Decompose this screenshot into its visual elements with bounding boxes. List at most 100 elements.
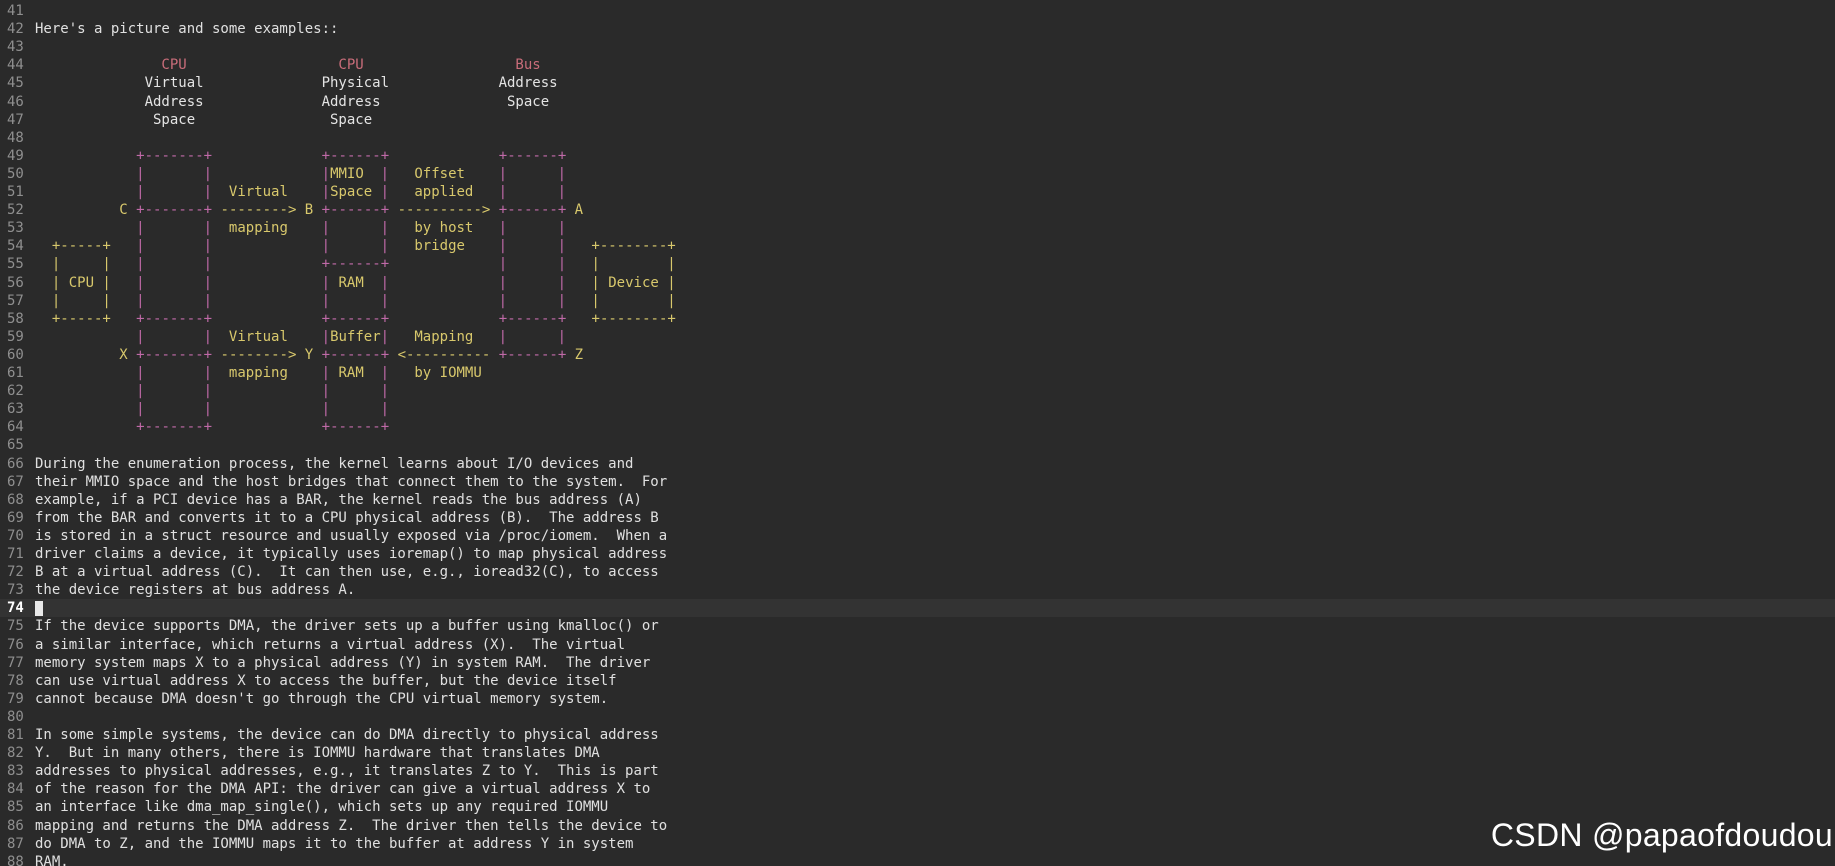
code-line-text: In some simple systems, the device can d… <box>35 727 659 743</box>
line-number: 69 <box>7 509 24 526</box>
editor-line[interactable]: 85 an interface like dma_map_single(), wh… <box>0 798 1835 816</box>
line-number: 62 <box>7 383 24 400</box>
text-cursor <box>35 601 43 617</box>
line-number: 45 <box>7 75 24 92</box>
editor-line[interactable]: 77 memory system maps X to a physical add… <box>0 654 1835 672</box>
line-number: 82 <box>7 745 24 762</box>
editor-line[interactable]: 48 <box>0 129 1835 147</box>
code-line-text: is stored in a struct resource and usual… <box>35 527 668 544</box>
ascii-diagram-line: CPU CPU Bus <box>35 57 541 74</box>
line-number: 85 <box>7 799 24 816</box>
editor-line[interactable]: 81 In some simple systems, the device can… <box>0 726 1835 744</box>
editor-line[interactable]: 73 the device registers at bus address A. <box>0 581 1835 599</box>
line-number: 61 <box>7 365 24 381</box>
editor-line[interactable]: 83 addresses to physical addresses, e.g.,… <box>0 762 1835 780</box>
code-line-text: mapping and returns the DMA address Z. T… <box>35 817 668 834</box>
editor-line[interactable]: 69 from the BAR and converts it to a CPU … <box>0 509 1835 527</box>
editor-line[interactable]: 43 <box>0 38 1835 56</box>
code-line-text: an interface like dma_map_single(), whic… <box>35 799 609 816</box>
editor-line[interactable]: 61 | | mapping | RAM | by IOMMU <box>0 364 1835 382</box>
editor-line[interactable]: 74 <box>0 599 1835 618</box>
line-number: 88 <box>7 853 24 866</box>
line-number: 76 <box>7 636 24 653</box>
editor-line[interactable]: 78 can use virtual address X to access th… <box>0 672 1835 690</box>
line-number: 53 <box>7 220 24 237</box>
editor-line[interactable]: 50 | | |MMIO | Offset | | <box>0 165 1835 183</box>
editor-line[interactable]: 72 B at a virtual address (C). It can the… <box>0 563 1835 581</box>
line-number: 75 <box>7 618 24 635</box>
ascii-diagram-line: | | | | | | | | | | <box>35 292 676 309</box>
editor-line[interactable]: 65 <box>0 436 1835 454</box>
editor-line[interactable]: 60 X +-------+ --------> Y +------+ <---… <box>0 346 1835 364</box>
ascii-diagram-line: | | | | <box>136 383 390 400</box>
editor-line[interactable]: 45 Virtual Physical Address <box>0 74 1835 92</box>
line-number: 77 <box>7 654 24 671</box>
editor-line[interactable]: 75 If the device supports DMA, the driver… <box>0 617 1835 635</box>
line-number: 51 <box>7 184 24 200</box>
text-editor[interactable]: 41 42 Here's a picture and some examples::… <box>0 0 1835 866</box>
ascii-diagram-line: | | Virtual |Space | applied | | <box>136 184 567 200</box>
editor-line[interactable]: 44 CPU CPU Bus <box>0 56 1835 74</box>
ascii-diagram-line: Address Address Space <box>35 93 550 110</box>
editor-line[interactable]: 56 | CPU | | | | RAM | | | | Device | <box>0 274 1835 292</box>
editor-line[interactable]: 41 <box>0 2 1835 20</box>
line-number: 48 <box>7 129 24 146</box>
ascii-diagram-line: | | mapping | | by host | | <box>136 220 567 237</box>
editor-line[interactable]: 57 | | | | | | | | | | <box>0 292 1835 310</box>
editor-line[interactable]: 49 +-------+ +------+ +------+ <box>0 147 1835 165</box>
editor-line[interactable]: 59 | | Virtual |Buffer| Mapping | | <box>0 328 1835 346</box>
editor-line[interactable]: 64 +-------+ +------+ <box>0 418 1835 436</box>
editor-line[interactable]: 63 | | | | <box>0 400 1835 418</box>
editor-line[interactable]: 42 Here's a picture and some examples:: <box>0 20 1835 38</box>
editor-line[interactable]: 84 of the reason for the DMA API: the dri… <box>0 780 1835 798</box>
line-number: 57 <box>7 292 24 309</box>
line-number: 56 <box>7 274 24 291</box>
code-line-text: Y. But in many others, there is IOMMU ha… <box>35 745 600 762</box>
code-line-text: cannot because DMA doesn't go through th… <box>35 690 609 707</box>
editor-line[interactable]: 52 C +-------+ --------> B +------+ ----… <box>0 201 1835 219</box>
code-line-text: can use virtual address X to access the … <box>35 672 617 689</box>
editor-line[interactable]: 66 During the enumeration process, the ke… <box>0 455 1835 473</box>
editor-line[interactable]: 55 | | | | +------+ | | | | <box>0 255 1835 273</box>
line-number: 64 <box>7 419 24 436</box>
editor-line[interactable]: 82 Y. But in many others, there is IOMMU … <box>0 744 1835 762</box>
line-number: 49 <box>7 147 24 164</box>
code-line-text: of the reason for the DMA API: the drive… <box>35 781 651 798</box>
ascii-diagram-line: | CPU | | | | RAM | | | | Device | <box>35 274 676 291</box>
line-number: 63 <box>7 401 24 418</box>
line-number: 87 <box>7 835 24 852</box>
editor-line[interactable]: 47 Space Space <box>0 111 1835 129</box>
editor-line[interactable]: 70 is stored in a struct resource and usu… <box>0 527 1835 545</box>
editor-line[interactable]: 88 RAM. <box>0 853 1835 866</box>
line-number: 81 <box>7 727 24 743</box>
editor-line[interactable]: 62 | | | | <box>0 382 1835 400</box>
ascii-diagram-line: C +-------+ --------> B +------+ -------… <box>35 202 584 219</box>
editor-line[interactable]: 54 +-----+ | | | | bridge | | +--------+ <box>0 237 1835 255</box>
line-number: 58 <box>7 310 24 327</box>
editor-line[interactable]: 79 cannot because DMA doesn't go through … <box>0 690 1835 708</box>
ascii-diagram-line: X +-------+ --------> Y +------+ <------… <box>35 346 584 363</box>
editor-line[interactable]: 68 example, if a PCI device has a BAR, th… <box>0 491 1835 509</box>
editor-line[interactable]: 67 their MMIO space and the host bridges … <box>0 473 1835 491</box>
line-number: 66 <box>7 455 24 472</box>
editor-line[interactable]: 76 a similar interface, which returns a v… <box>0 636 1835 654</box>
code-line-text: from the BAR and converts it to a CPU ph… <box>35 509 659 526</box>
line-number: 79 <box>7 690 24 707</box>
ascii-diagram-line: Virtual Physical Address <box>35 75 558 92</box>
line-number: 43 <box>7 39 24 56</box>
csdn-watermark: CSDN @papaofdoudou <box>1490 817 1833 853</box>
line-number: 73 <box>7 582 24 599</box>
line-number: 54 <box>7 238 24 255</box>
editor-line[interactable]: 53 | | mapping | | by host | | <box>0 219 1835 237</box>
line-number: 84 <box>7 781 24 798</box>
editor-line[interactable]: 58 +-----+ +-------+ +------+ +------+ +… <box>0 310 1835 328</box>
code-line-text: B at a virtual address (C). It can then … <box>35 564 659 581</box>
ascii-diagram-line: | | | | +------+ | | | | <box>35 256 676 273</box>
editor-line[interactable]: 71 driver claims a device, it typically u… <box>0 545 1835 563</box>
line-number: 74 <box>7 600 24 617</box>
code-line-text: driver claims a device, it typically use… <box>35 546 668 562</box>
editor-line[interactable]: 51 | | Virtual |Space | applied | | <box>0 183 1835 201</box>
editor-line[interactable]: 80 <box>0 708 1835 726</box>
editor-line[interactable]: 46 Address Address Space <box>0 93 1835 111</box>
line-number: 67 <box>7 473 24 490</box>
